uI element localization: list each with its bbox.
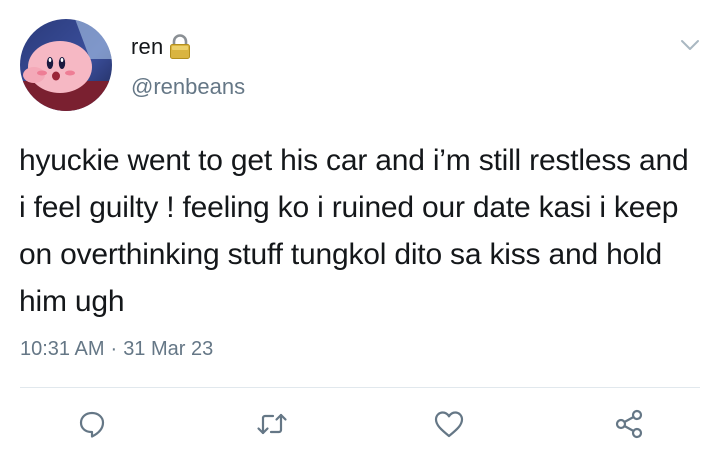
share-button[interactable] — [613, 408, 645, 440]
retweet-button[interactable] — [256, 408, 288, 440]
reply-icon — [79, 411, 105, 438]
share-icon — [615, 409, 643, 439]
chevron-down-icon[interactable] — [677, 34, 703, 56]
tweet-date[interactable]: 31 Mar 23 — [123, 338, 213, 361]
retweet-icon — [257, 413, 287, 435]
tweet-time[interactable]: 10:31 AM — [20, 338, 105, 361]
reply-button[interactable] — [76, 408, 108, 440]
tweet-meta: 10:31 AM · 31 Mar 23 — [20, 338, 213, 361]
like-button[interactable] — [433, 408, 465, 440]
lock-icon — [169, 34, 191, 60]
display-name[interactable]: ren — [131, 34, 163, 60]
avatar-image — [20, 19, 112, 111]
author-name-row[interactable]: ren — [131, 33, 191, 61]
tweet-card: ren @renbeans hyuckie went to get his ca… — [0, 0, 720, 459]
divider — [20, 387, 700, 388]
avatar[interactable] — [20, 19, 112, 111]
heart-icon — [434, 411, 464, 438]
user-handle[interactable]: @renbeans — [131, 74, 245, 100]
tweet-text: hyuckie went to get his car and i’m stil… — [19, 144, 689, 318]
meta-separator: · — [110, 338, 118, 360]
